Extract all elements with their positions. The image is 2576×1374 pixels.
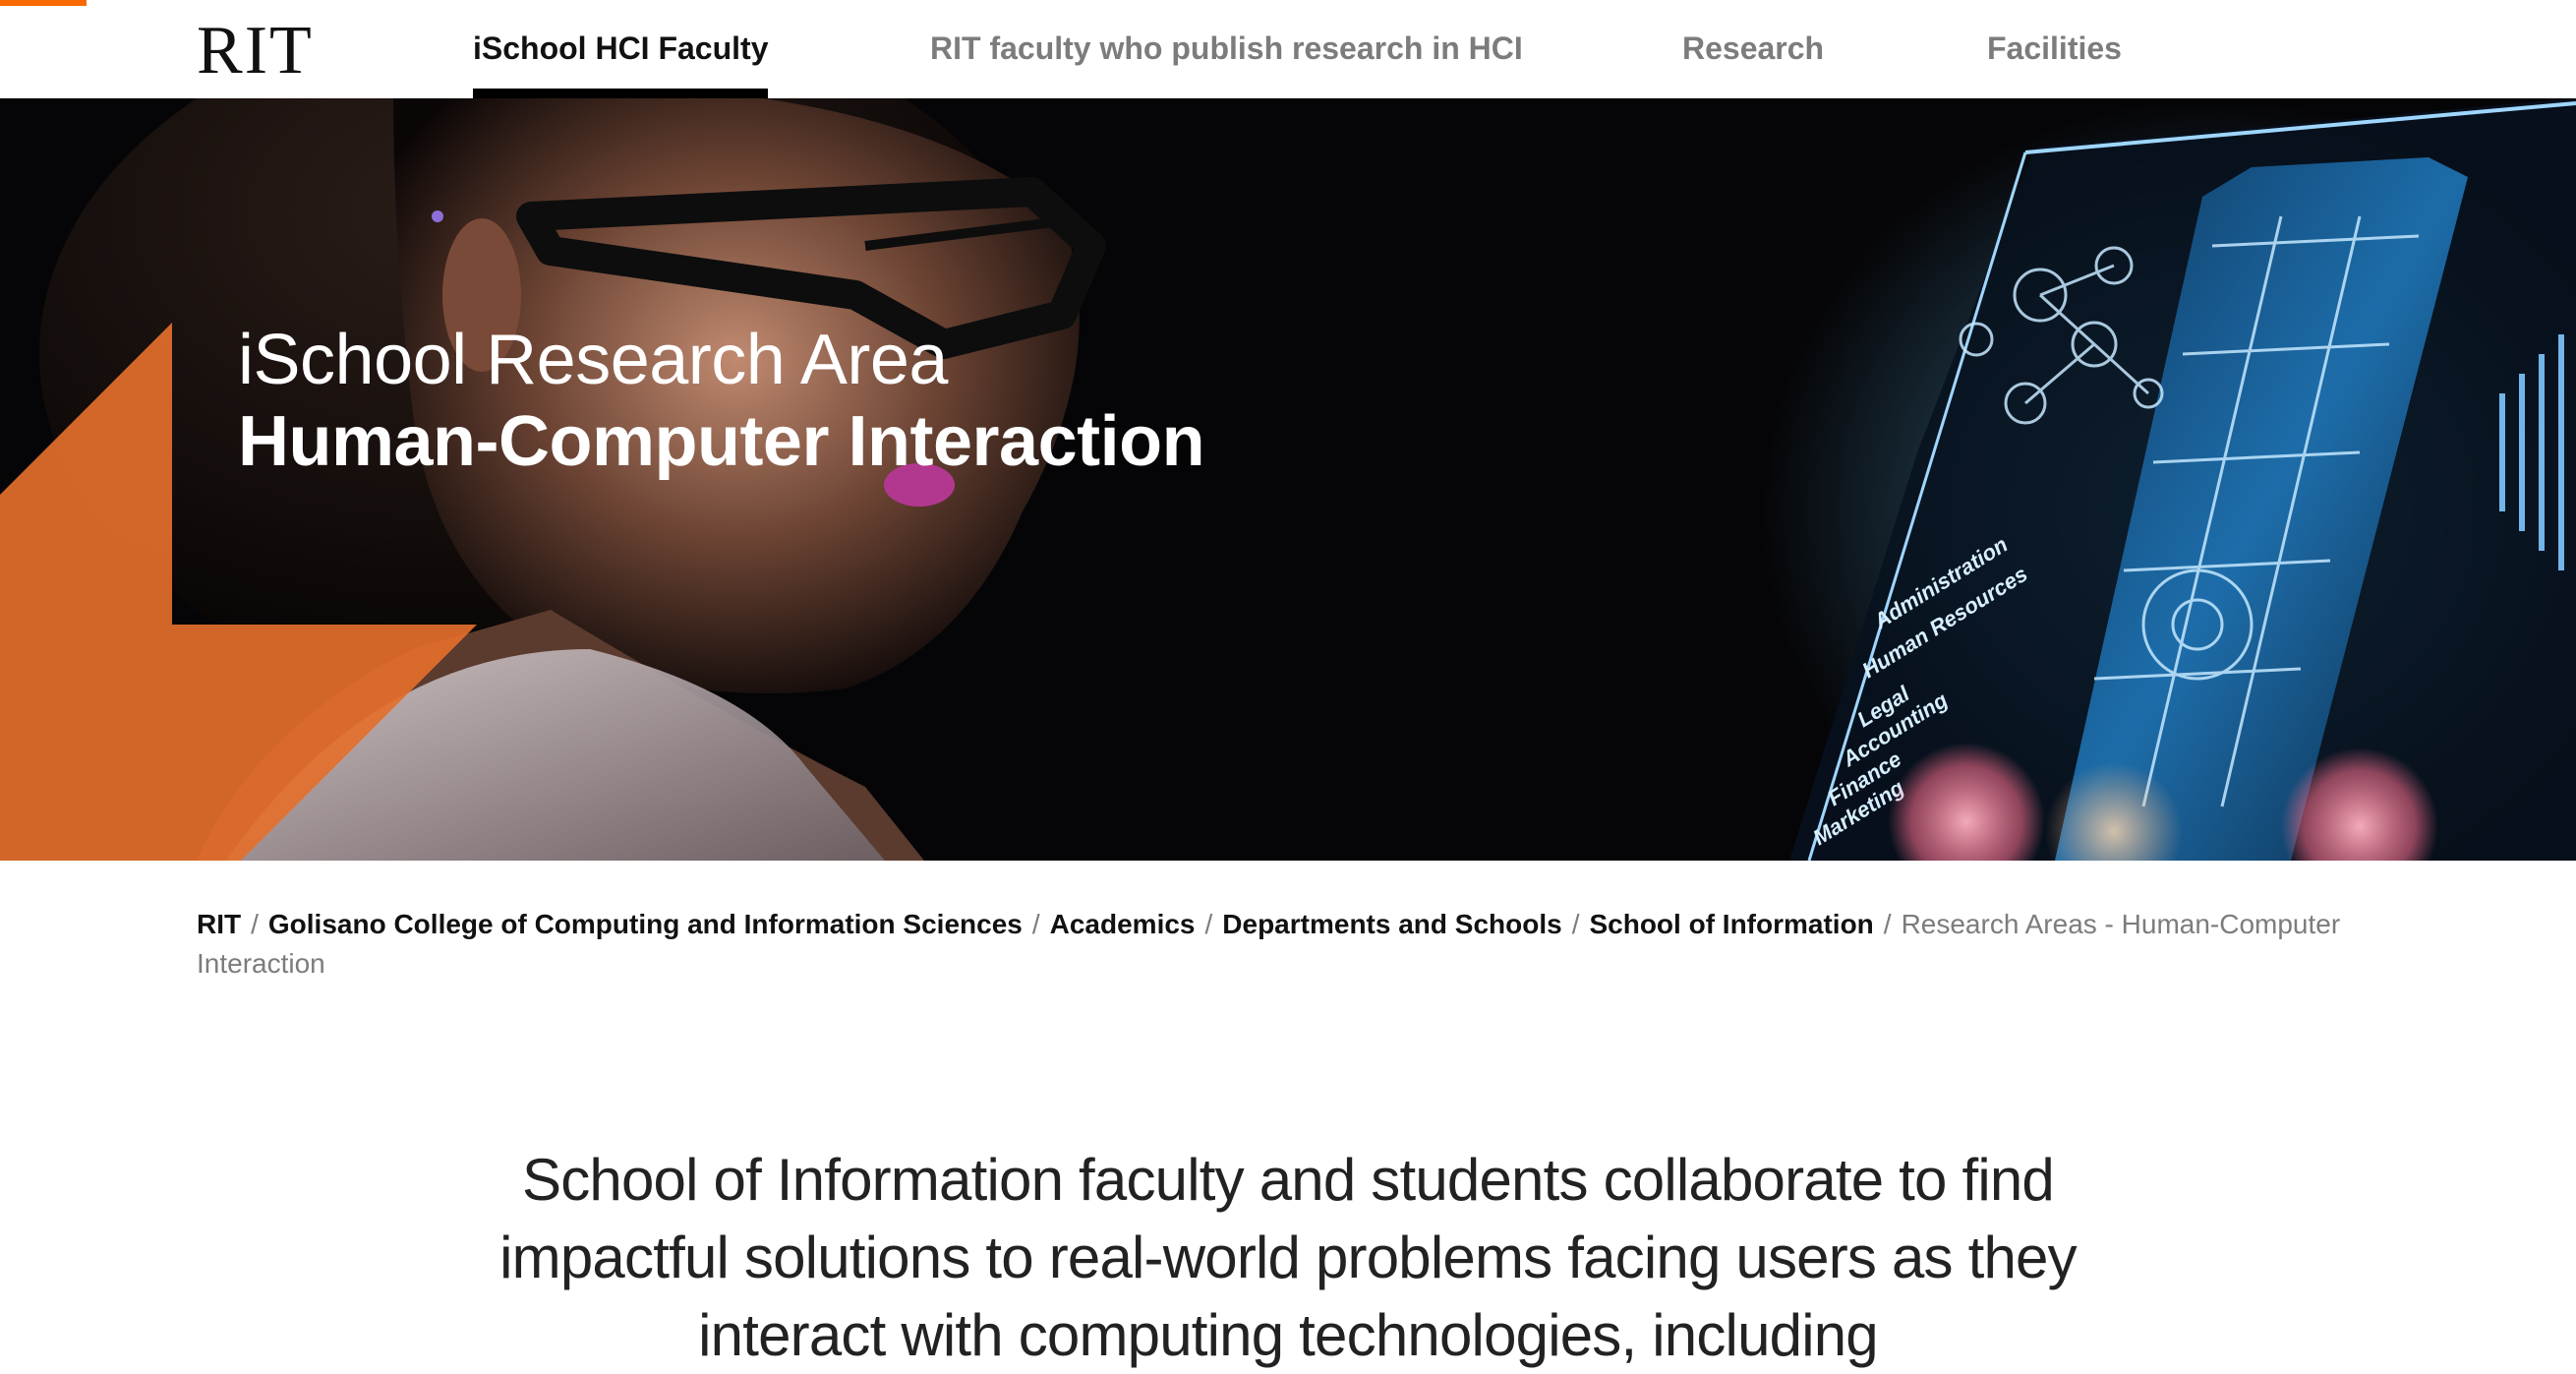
hero-banner: Administration Human Resources Legal Acc…	[0, 98, 2576, 861]
breadcrumb-link-golisano[interactable]: Golisano College of Computing and Inform…	[268, 909, 1023, 939]
active-tab-indicator	[473, 89, 768, 98]
top-navigation: RIT iSchool HCI Faculty RIT faculty who …	[0, 0, 2576, 98]
hero-heading: iSchool Research Area Human-Computer Int…	[238, 320, 1205, 483]
nav-tab-research[interactable]: Research	[1682, 28, 1824, 69]
breadcrumb-separator: /	[251, 909, 259, 939]
breadcrumb-separator: /	[1571, 909, 1580, 939]
nav-tab-rit-faculty-hci[interactable]: RIT faculty who publish research in HCI	[930, 28, 1523, 69]
breadcrumb-link-school-of-information[interactable]: School of Information	[1589, 909, 1873, 939]
breadcrumb: RIT / Golisano College of Computing and In…	[197, 905, 2379, 984]
nav-tab-facilities[interactable]: Facilities	[1987, 28, 2122, 69]
breadcrumb-link-departments[interactable]: Departments and Schools	[1222, 909, 1561, 939]
breadcrumb-link-academics[interactable]: Academics	[1050, 909, 1196, 939]
rit-logo[interactable]: RIT	[197, 12, 314, 90]
nav-tab-ischool-hci-faculty[interactable]: iSchool HCI Faculty	[473, 28, 768, 69]
intro-paragraph: School of Information faculty and studen…	[499, 1147, 2077, 1368]
breadcrumb-separator: /	[1031, 909, 1040, 939]
hero-title: Human-Computer Interaction	[238, 402, 1205, 481]
hero-eyebrow: iSchool Research Area	[238, 321, 948, 399]
corner-accent	[0, 0, 87, 6]
breadcrumb-separator: /	[1883, 909, 1892, 939]
breadcrumb-link-rit[interactable]: RIT	[197, 909, 241, 939]
breadcrumb-separator: /	[1204, 909, 1213, 939]
